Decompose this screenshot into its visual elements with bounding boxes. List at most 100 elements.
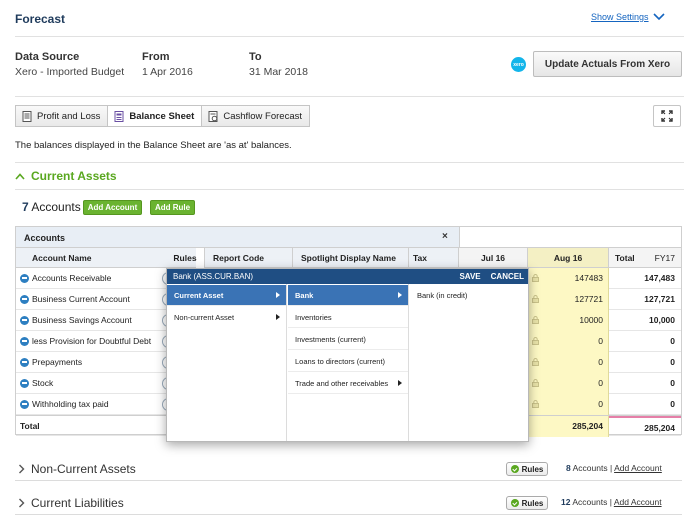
caret-right-icon xyxy=(276,292,280,298)
rules-button[interactable]: Rules xyxy=(506,496,548,510)
aug-cell[interactable]: 0 xyxy=(528,373,609,394)
lock-icon xyxy=(532,316,539,324)
remove-icon[interactable] xyxy=(20,399,29,409)
data-source-value: Xero - Imported Budget xyxy=(15,66,125,78)
accounts-word: Accounts xyxy=(572,497,608,507)
col-tax[interactable]: Tax xyxy=(409,248,459,268)
add-account-link[interactable]: Add Account xyxy=(614,497,662,507)
rules-label: Rules xyxy=(521,498,544,508)
group-header-blank xyxy=(459,227,681,248)
option-label: Bank xyxy=(295,291,314,300)
col-account-name[interactable]: Account Name xyxy=(16,248,184,268)
accounts-word: Accounts xyxy=(572,463,608,473)
show-settings-link[interactable]: Show Settings xyxy=(591,12,665,22)
add-account-link[interactable]: Add Account xyxy=(614,463,662,473)
aug-cell[interactable]: 127721 xyxy=(528,289,609,310)
aug-cell[interactable]: 0 xyxy=(528,394,609,415)
remove-icon[interactable] xyxy=(20,336,29,346)
xero-logo-icon: xero xyxy=(511,57,526,72)
col-spotlight[interactable]: Spotlight Display Name xyxy=(293,248,409,268)
add-account-button[interactable]: Add Account xyxy=(83,200,142,215)
grand-total-cell: 285,204 xyxy=(609,416,681,437)
to-label: To xyxy=(249,51,262,63)
current-liabilities-toggle[interactable]: Current Liabilities xyxy=(18,496,124,510)
col-fy-label: FY17 xyxy=(654,252,675,263)
section-title: Non-Current Assets xyxy=(31,462,136,476)
option-current-asset[interactable]: Current Asset xyxy=(167,285,286,306)
option-loans[interactable]: Loans to directors (current) xyxy=(288,351,408,372)
section-non-current-assets: Non-Current Assets Rules 8 Accounts | Ad… xyxy=(15,457,682,481)
aug-cell[interactable]: 0 xyxy=(528,352,609,373)
accounts-number: 7 xyxy=(22,200,29,214)
option-inventories[interactable]: Inventories xyxy=(288,307,408,328)
account-name-text: Stock xyxy=(32,378,54,388)
option-trade-receivables[interactable]: Trade and other receivables xyxy=(288,373,408,394)
col-total[interactable]: Total FY17 xyxy=(609,248,681,268)
col-jul[interactable]: Jul 16 xyxy=(459,248,528,268)
tab-profit-and-loss[interactable]: Profit and Loss xyxy=(16,106,109,126)
section-current-liabilities: Current Liabilities Rules 12 Accounts | … xyxy=(15,491,682,515)
account-name: Business Savings Account xyxy=(20,315,132,325)
popup-col-category: Current Asset Non-current Asset xyxy=(167,284,287,441)
total-value: 0 xyxy=(670,336,675,346)
remove-icon[interactable] xyxy=(20,273,29,283)
non-current-assets-toggle[interactable]: Non-Current Assets xyxy=(18,462,136,476)
report-code-popup: Bank (ASS.CUR.BAN) SAVE CANCEL Current A… xyxy=(166,268,529,442)
col-report-code[interactable]: Report Code xyxy=(204,248,293,268)
lock-icon xyxy=(532,295,539,303)
option-label: Loans to directors (current) xyxy=(295,357,386,366)
aug-value: 0 xyxy=(598,378,603,388)
data-source-label: Data Source xyxy=(15,51,80,63)
remove-icon[interactable] xyxy=(20,294,29,304)
total-cell: 147,483 xyxy=(609,268,681,289)
add-rule-button[interactable]: Add Rule xyxy=(150,200,195,215)
option-bank-in-credit[interactable]: Bank (in credit) xyxy=(410,285,528,306)
to-value: 31 Mar 2018 xyxy=(249,66,308,78)
option-bank[interactable]: Bank xyxy=(288,285,408,306)
total-value: 0 xyxy=(670,357,675,367)
col-rules[interactable]: Rules xyxy=(173,248,197,268)
grand-total-value: 285,204 xyxy=(644,423,675,433)
option-label: Investments (current) xyxy=(295,335,366,344)
rules-button[interactable]: Rules xyxy=(506,462,548,476)
aug-cell[interactable]: 10000 xyxy=(528,310,609,331)
accounts-number: 12 xyxy=(561,497,571,507)
option-non-current-asset[interactable]: Non-current Asset xyxy=(167,307,286,328)
account-name-text: Accounts Receivable xyxy=(32,273,112,283)
save-button[interactable]: SAVE xyxy=(459,272,480,281)
check-icon xyxy=(510,465,519,473)
current-assets-toggle[interactable]: Current Assets xyxy=(15,169,117,183)
lock-icon xyxy=(532,274,539,282)
total-cell: 127,721 xyxy=(609,289,681,310)
remove-icon[interactable] xyxy=(20,357,29,367)
total-value: 10,000 xyxy=(649,315,675,325)
check-icon xyxy=(510,499,519,507)
total-cell: 10,000 xyxy=(609,310,681,331)
aug-value: 0 xyxy=(598,399,603,409)
option-investments[interactable]: Investments (current) xyxy=(288,329,408,350)
col-aug[interactable]: Aug 16 xyxy=(528,248,609,268)
col-total-label: Total xyxy=(615,252,635,263)
accounts-info: 8 Accounts | Add Account xyxy=(566,463,662,473)
account-name-text: Business Current Account xyxy=(32,294,130,304)
aug-cell[interactable]: 0 xyxy=(528,331,609,352)
divider xyxy=(15,162,684,163)
remove-icon[interactable] xyxy=(20,315,29,325)
close-icon[interactable]: × xyxy=(442,231,448,242)
update-actuals-button[interactable]: Update Actuals From Xero xyxy=(533,51,682,77)
divider xyxy=(15,96,684,97)
remove-icon[interactable] xyxy=(20,378,29,388)
tab-cashflow-forecast[interactable]: Cashflow Forecast xyxy=(202,106,309,126)
total-value: 127,721 xyxy=(644,294,675,304)
accounts-word: Accounts xyxy=(31,200,81,214)
cancel-button[interactable]: CANCEL xyxy=(491,272,524,281)
accounts-info: 12 Accounts | Add Account xyxy=(561,497,662,507)
account-name-text: Prepayments xyxy=(32,357,83,367)
chevron-up-icon xyxy=(15,172,25,180)
fullscreen-button[interactable] xyxy=(653,105,681,127)
tab-balance-sheet[interactable]: Balance Sheet xyxy=(108,106,203,126)
aug-cell[interactable]: 147483 xyxy=(528,268,609,289)
account-name-text: Withholding tax paid xyxy=(32,399,109,409)
tab-label: Profit and Loss xyxy=(37,110,101,122)
total-cell: 0 xyxy=(609,394,681,415)
